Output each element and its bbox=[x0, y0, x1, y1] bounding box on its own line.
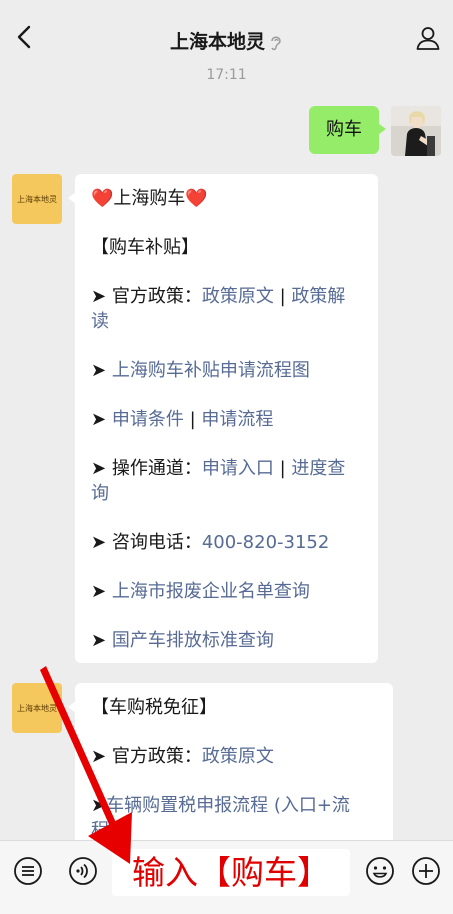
list-icon[interactable] bbox=[12, 855, 44, 887]
channel-label: 操作通道： bbox=[111, 458, 202, 479]
purchase-tax-link-cont[interactable]: 程 bbox=[91, 820, 109, 841]
message-timestamp: 17:11 bbox=[206, 67, 247, 83]
scrap-enterprise-link[interactable]: 上海市报废企业名单查询 bbox=[112, 581, 310, 602]
progress-query-link[interactable]: 进度查 bbox=[291, 458, 345, 479]
phone-line: ➤ 咨询电话：400-820-3152 bbox=[91, 530, 362, 555]
user-avatar-image bbox=[391, 106, 441, 156]
chat-header: 上海本地灵 bbox=[0, 0, 453, 64]
progress-query-link-cont[interactable]: 询 bbox=[91, 483, 109, 504]
arrow-icon: ➤ bbox=[91, 795, 107, 816]
emoji-icon[interactable] bbox=[364, 855, 396, 887]
policy-original-link[interactable]: 政策原文 bbox=[202, 746, 274, 767]
entry-link[interactable]: 申请入口 bbox=[202, 458, 274, 479]
conditions-link[interactable]: 申请条件 bbox=[112, 409, 184, 430]
message-input-text: 输入【购车】 bbox=[132, 853, 330, 892]
emission-line: ➤ 国产车排放标准查询 bbox=[91, 628, 362, 653]
arrow-icon: ➤ bbox=[91, 458, 107, 479]
policy-label: 官方政策： bbox=[111, 286, 202, 307]
phone-label: 咨询电话： bbox=[111, 532, 202, 553]
bot-message-card: ❤️上海购车❤️ 【购车补贴】 ➤ 官方政策：政策原文 | 政策解读 ➤ 上海购… bbox=[68, 174, 378, 663]
card-title: 上海购车 bbox=[113, 188, 186, 209]
policy-interpretation-link-cont[interactable]: 读 bbox=[91, 311, 109, 332]
arrow-icon: ➤ bbox=[91, 532, 107, 553]
emission-standard-link[interactable]: 国产车排放标准查询 bbox=[112, 630, 274, 651]
tax-line: ➤车辆购置税申报流程 (入口+流程 bbox=[91, 793, 377, 843]
user-message-bubble[interactable]: 购车 bbox=[309, 106, 386, 154]
bot-avatar-label: 上海本地灵 bbox=[17, 703, 57, 713]
section-heading: 【车购税免征】 bbox=[91, 697, 217, 718]
ear-icon bbox=[271, 36, 281, 50]
policy-line: ➤ 官方政策：政策原文 | 政策解读 bbox=[91, 284, 362, 334]
arrow-icon: ➤ bbox=[91, 581, 107, 602]
chat-title: 上海本地灵 bbox=[169, 31, 265, 53]
policy-line: ➤ 官方政策：政策原文 bbox=[91, 744, 377, 769]
arrow-icon: ➤ bbox=[91, 409, 107, 430]
user-avatar[interactable] bbox=[391, 106, 441, 156]
plus-icon[interactable] bbox=[410, 855, 442, 887]
heart-icon: ❤️ bbox=[185, 188, 208, 209]
bot-avatar-label: 上海本地灵 bbox=[17, 194, 57, 204]
message-input[interactable]: 输入【购车】 bbox=[112, 849, 350, 896]
policy-original-link[interactable]: 政策原文 bbox=[202, 286, 274, 307]
purchase-tax-link[interactable]: 车辆购置税申报流程 (入口+流 bbox=[106, 795, 350, 816]
arrow-icon: ➤ bbox=[91, 630, 107, 651]
arrow-icon: ➤ bbox=[91, 746, 107, 767]
separator: | bbox=[279, 458, 286, 479]
process-link[interactable]: 申请流程 bbox=[201, 409, 273, 430]
separator: | bbox=[279, 286, 286, 307]
bot-avatar[interactable]: 上海本地灵 bbox=[12, 174, 62, 224]
input-bar: 输入【购车】 bbox=[0, 840, 453, 914]
chat-title-row: 上海本地灵 bbox=[0, 27, 453, 54]
conditions-line: ➤ 申请条件 | 申请流程 bbox=[91, 407, 362, 432]
phone-link[interactable]: 400-820-3152 bbox=[202, 532, 330, 553]
channel-line: ➤ 操作通道：申请入口 | 进度查询 bbox=[91, 456, 362, 506]
arrow-icon: ➤ bbox=[91, 286, 107, 307]
person-icon[interactable] bbox=[415, 25, 441, 51]
heart-icon: ❤️ bbox=[91, 188, 114, 209]
subsidy-flowchart-link[interactable]: 上海购车补贴申请流程图 bbox=[112, 360, 310, 381]
policy-label: 官方政策： bbox=[111, 746, 202, 767]
section-heading: 【购车补贴】 bbox=[91, 237, 199, 258]
scrap-line: ➤ 上海市报废企业名单查询 bbox=[91, 579, 362, 604]
policy-interpretation-link[interactable]: 政策解 bbox=[291, 286, 345, 307]
card-title-line: ❤️上海购车❤️ bbox=[91, 186, 362, 211]
voice-icon[interactable] bbox=[67, 855, 99, 887]
bot-avatar[interactable]: 上海本地灵 bbox=[12, 683, 62, 733]
arrow-icon: ➤ bbox=[91, 360, 107, 381]
flowchart-line: ➤ 上海购车补贴申请流程图 bbox=[91, 358, 362, 383]
separator: | bbox=[189, 409, 196, 430]
